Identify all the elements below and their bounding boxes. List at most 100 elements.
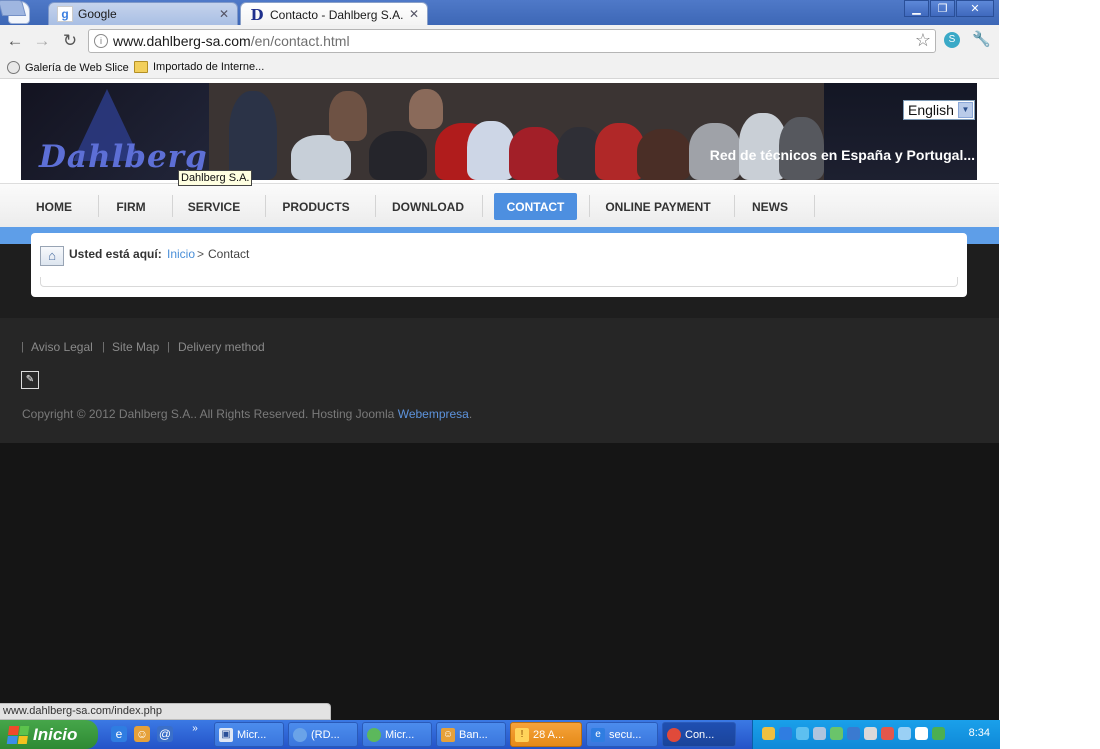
app-icon xyxy=(367,727,381,742)
url-text[interactable]: www.dahlberg-sa.com/en/contact.html xyxy=(113,33,350,49)
nav-divider xyxy=(734,195,735,217)
footer-link-aviso-legal[interactable]: Aviso Legal xyxy=(31,340,93,354)
tray-icon[interactable] xyxy=(847,727,860,740)
messenger-icon: ☺ xyxy=(441,727,455,742)
footer-divider: | xyxy=(102,341,105,353)
back-button[interactable]: ← xyxy=(6,32,24,50)
language-select[interactable]: English ▼ xyxy=(903,100,975,120)
maximize-button[interactable]: ❐ xyxy=(930,0,955,17)
taskbar-item[interactable]: ▣ Micr... xyxy=(214,722,284,747)
nav-home[interactable]: HOME xyxy=(28,193,80,220)
url-host: www.dahlberg-sa.com xyxy=(113,33,251,49)
breadcrumb-separator: > xyxy=(197,247,205,261)
wrench-icon[interactable]: 🔧 xyxy=(972,30,991,48)
broken-image-icon: ✎ xyxy=(21,371,39,389)
address-bar[interactable]: i www.dahlberg-sa.com/en/contact.html ☆ xyxy=(88,29,936,53)
minimize-button[interactable]: ▁ xyxy=(904,0,929,17)
nav-news[interactable]: NEWS xyxy=(745,193,795,220)
screen: g Google ✕ D Contacto - Dahlberg S.A. ✕ … xyxy=(0,0,1100,749)
tray-icon[interactable] xyxy=(881,727,894,740)
reload-button[interactable]: ↻ xyxy=(61,32,79,50)
breadcrumb: ⌂ Usted está aquí: Inicio > Contact xyxy=(31,233,967,297)
nav-download[interactable]: DOWNLOAD xyxy=(385,193,471,220)
taskbar-item[interactable]: Micr... xyxy=(362,722,432,747)
nav-divider xyxy=(589,195,590,217)
bookmarks-bar: Galería de Web Slice Importado de Intern… xyxy=(0,57,999,79)
tray-icon[interactable] xyxy=(915,727,928,740)
task-label: 28 A... xyxy=(533,728,565,741)
page-info-icon[interactable]: i xyxy=(94,34,108,48)
taskbar-item[interactable]: ! 28 A... xyxy=(510,722,582,747)
banner-dark-panel xyxy=(824,83,977,180)
footer-link-delivery-method[interactable]: Delivery method xyxy=(178,340,265,354)
footer-link-site-map[interactable]: Site Map xyxy=(112,340,159,354)
desktop-background xyxy=(999,0,1100,720)
tray-icon[interactable] xyxy=(830,727,843,740)
chevron-right-icon[interactable]: » xyxy=(190,721,200,737)
start-button[interactable]: Inicio xyxy=(0,720,98,749)
banner-tagline: Red de técnicos en España y Portugal... xyxy=(709,147,975,163)
remote-desktop-icon xyxy=(293,727,307,742)
tray-icon[interactable] xyxy=(898,727,911,740)
nav-firm[interactable]: FIRM xyxy=(108,193,154,220)
page-header: Dahlberg Red de técnicos en España y Por… xyxy=(0,79,999,227)
breadcrumb-current: Contact xyxy=(208,247,250,261)
team-photo-figure xyxy=(509,127,561,180)
tray-icon[interactable] xyxy=(813,727,826,740)
tray-icon[interactable] xyxy=(796,727,809,740)
nav-products[interactable]: PRODUCTS xyxy=(275,193,357,220)
tray-icon[interactable] xyxy=(779,727,792,740)
nav-contact[interactable]: CONTACT xyxy=(494,193,577,220)
site-logo[interactable]: Dahlberg xyxy=(21,83,209,180)
nav-online-payment[interactable]: ONLINE PAYMENT xyxy=(601,193,715,220)
close-window-button[interactable]: ✕ xyxy=(956,0,994,17)
footer-divider: | xyxy=(167,341,170,353)
nav-divider xyxy=(265,195,266,217)
breadcrumb-link-inicio[interactable]: Inicio xyxy=(167,247,195,261)
team-photo xyxy=(209,83,824,180)
task-label: Ban... xyxy=(459,728,488,741)
site-footer: | Aviso Legal | Site Map | Delivery meth… xyxy=(0,318,999,443)
taskbar-item[interactable]: ☺ Ban... xyxy=(436,722,506,747)
clock[interactable]: 8:34 xyxy=(969,727,990,739)
calendar-icon: ! xyxy=(515,727,529,742)
home-icon[interactable]: ⌂ xyxy=(40,246,64,266)
breadcrumb-label: Usted está aquí: xyxy=(69,247,162,261)
nav-service[interactable]: SERVICE xyxy=(182,193,246,220)
tray-icon[interactable] xyxy=(762,727,775,740)
nav-divider xyxy=(172,195,173,217)
bookmark-label: Importado de Interne... xyxy=(153,61,265,73)
window-icon: ▣ xyxy=(219,727,233,742)
copyright-suffix: . xyxy=(468,407,473,421)
start-label: Inicio xyxy=(33,724,78,744)
tray-icon[interactable] xyxy=(932,727,945,740)
outlook-quicklaunch-icon[interactable]: @ xyxy=(157,726,173,742)
extension-icon[interactable]: S xyxy=(944,32,960,48)
tab-contact[interactable]: D Contacto - Dahlberg S.A. ✕ xyxy=(240,2,428,26)
footer-divider: | xyxy=(21,341,24,353)
chrome-icon xyxy=(667,727,681,742)
taskbar-item[interactable]: Con... xyxy=(662,722,736,747)
bookmark-star-icon[interactable]: ☆ xyxy=(915,30,931,51)
copyright-link-webempresa[interactable]: Webempresa xyxy=(398,407,469,421)
bookmark-label: Galería de Web Slice xyxy=(25,61,129,74)
team-photo-figure xyxy=(329,91,367,141)
tab-google[interactable]: g Google ✕ xyxy=(48,2,238,25)
new-tab-button[interactable] xyxy=(0,0,27,16)
ie-quicklaunch-icon[interactable]: e xyxy=(111,726,127,742)
url-path: /en/contact.html xyxy=(250,33,350,49)
taskbar-item[interactable]: (RD... xyxy=(288,722,358,747)
close-tab-icon[interactable]: ✕ xyxy=(219,7,229,21)
chevron-down-icon: ▼ xyxy=(958,102,973,118)
team-photo-figure xyxy=(637,129,691,180)
close-tab-icon[interactable]: ✕ xyxy=(409,7,419,21)
taskbar-item[interactable]: e secu... xyxy=(586,722,658,747)
bookmark-web-slice[interactable]: Galería de Web Slice xyxy=(7,61,129,74)
forward-button[interactable]: → xyxy=(33,32,51,50)
task-label: Micr... xyxy=(237,728,267,741)
tray-icon[interactable] xyxy=(864,727,877,740)
team-photo-figure xyxy=(229,91,277,180)
tab-title: Contacto - Dahlberg S.A. xyxy=(270,7,404,22)
bookmark-imported-folder[interactable]: Importado de Interne... xyxy=(134,61,264,73)
messenger-quicklaunch-icon[interactable]: ☺ xyxy=(134,726,150,742)
